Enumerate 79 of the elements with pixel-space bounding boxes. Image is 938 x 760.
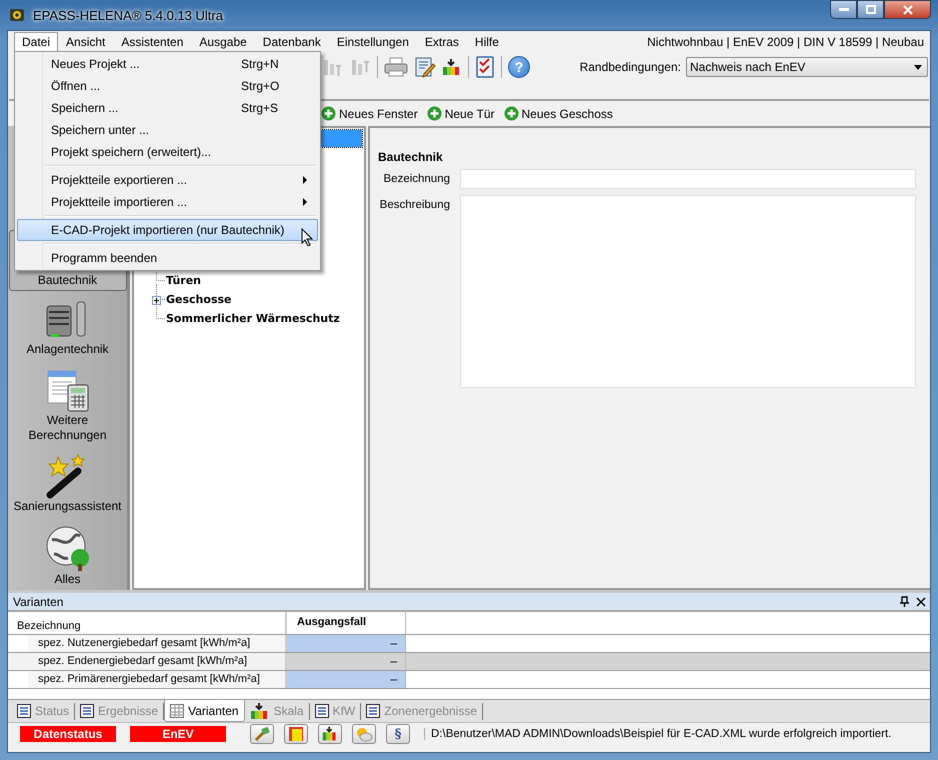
tools-icon xyxy=(254,726,270,742)
sidebar-item[interactable]: Anlagentechnik xyxy=(8,295,126,360)
submenu-arrow-icon xyxy=(303,198,307,206)
table-row[interactable]: spez. Primärenergiebedarf gesamt [kWh/m²a] – xyxy=(8,671,930,689)
menu-entry[interactable]: Speichern ... Strg+S xyxy=(17,97,318,119)
energy-scale-icon xyxy=(250,702,270,720)
checklist-icon[interactable] xyxy=(475,56,495,78)
globe-tree-icon xyxy=(44,524,92,572)
section-title: Bautechnik xyxy=(378,150,444,164)
document-pencil-icon[interactable] xyxy=(414,56,436,78)
panel-tab[interactable]: Varianten xyxy=(164,700,245,722)
table-cell: – xyxy=(285,653,405,670)
plus-icon xyxy=(426,106,442,121)
app-icon xyxy=(9,7,25,23)
menu-item[interactable]: Assistenten xyxy=(113,32,192,52)
list-icon xyxy=(80,704,94,718)
close-icon[interactable] xyxy=(916,596,926,606)
tree-item[interactable]: Sommerlicher Wärmeschutz xyxy=(152,312,340,325)
menu-item[interactable]: Ansicht xyxy=(58,32,114,52)
plus-icon xyxy=(504,106,519,121)
tree-item[interactable]: Geschosse xyxy=(152,293,232,306)
sun-cloud-icon xyxy=(355,726,373,742)
close-button[interactable] xyxy=(884,0,931,19)
table-icon xyxy=(170,704,184,718)
sidebar-item[interactable]: Weitere Berechnungen xyxy=(8,364,126,446)
sidebar-item[interactable]: Sanierungsassistent xyxy=(8,450,126,517)
menu-item[interactable]: Hilfe xyxy=(466,32,507,52)
menu-entry[interactable]: Speichern unter ... xyxy=(17,119,318,141)
pin-icon[interactable] xyxy=(900,596,909,607)
project-info: Nichtwohnbau | EnEV 2009 | DIN V 18599 | Neubau xyxy=(647,34,924,48)
maximize-button[interactable] xyxy=(857,0,884,19)
field-label: Bezeichnung xyxy=(382,172,450,187)
close-icon xyxy=(902,4,912,14)
table-cell: – xyxy=(285,635,405,652)
add-action-button[interactable]: Neue Tür xyxy=(426,106,495,121)
name-field[interactable] xyxy=(460,169,916,189)
window-title: EPASS-HELENA® 5.4.0.13 Ultra xyxy=(33,8,223,22)
list-icon xyxy=(366,704,380,718)
list-icon xyxy=(17,704,31,718)
panel-title: Varianten xyxy=(13,594,64,608)
energy-scale-icon[interactable] xyxy=(442,58,462,76)
menu-item[interactable]: Datei xyxy=(14,32,58,52)
add-action-button[interactable]: Neues Geschoss xyxy=(504,106,613,121)
minimize-button[interactable] xyxy=(830,0,857,19)
randbedingungen-dropdown[interactable]: Nachweis nach EnEV xyxy=(686,57,928,77)
menu-entry[interactable]: Projektteile exportieren ... xyxy=(17,169,318,191)
tree-item[interactable]: Türen xyxy=(152,274,202,287)
menu-item[interactable]: Extras xyxy=(416,32,467,52)
minimize-icon xyxy=(838,8,848,12)
list-icon xyxy=(314,704,329,718)
plus-icon xyxy=(321,106,336,121)
menu-entry[interactable]: Programm beenden xyxy=(17,247,318,269)
randbedingungen-label: Randbedingungen: xyxy=(580,60,681,74)
table-cell: – xyxy=(285,671,405,688)
status-button[interactable]: § xyxy=(386,724,410,744)
caret-icon xyxy=(914,64,922,70)
expand-icon[interactable] xyxy=(152,296,161,305)
submenu-arrow-icon xyxy=(303,176,307,184)
menu-entry[interactable]: Öffnen ... Strg+O xyxy=(17,75,318,97)
status-badge: Datenstatus xyxy=(20,726,116,742)
description-field[interactable] xyxy=(460,195,916,388)
printer-icon[interactable] xyxy=(384,56,408,78)
square-icon xyxy=(288,726,304,742)
status-button[interactable] xyxy=(318,724,342,744)
field-label: Beschreibung xyxy=(378,198,450,213)
maximize-icon xyxy=(866,5,876,14)
menu-item[interactable]: Ausgabe xyxy=(191,32,255,52)
menu-item[interactable]: Datenbank xyxy=(254,32,329,52)
menu-item[interactable]: Einstellungen xyxy=(328,32,417,52)
column-header: Bezeichnung xyxy=(16,619,82,634)
add-action-button[interactable]: Neues Fenster xyxy=(321,106,418,121)
sidebar-item[interactable]: Alles xyxy=(8,521,126,590)
menu-entry[interactable]: Projektteile importieren ... xyxy=(17,191,318,213)
menu-entry[interactable]: Projekt speichern (erweitert)... xyxy=(17,141,318,163)
status-badge: EnEV xyxy=(130,726,226,742)
menu-entry[interactable]: Neues Projekt ... Strg+N xyxy=(17,53,318,75)
energy-scale-icon xyxy=(322,726,338,742)
table-cell: spez. Endenergiebedarf gesamt [kWh/m²a] xyxy=(8,653,285,670)
status-message: D:\Benutzer\MAD ADMIN\Downloads\Beispiel für E-CAD.XML wurde erfolgreich importiert. xyxy=(424,728,892,740)
